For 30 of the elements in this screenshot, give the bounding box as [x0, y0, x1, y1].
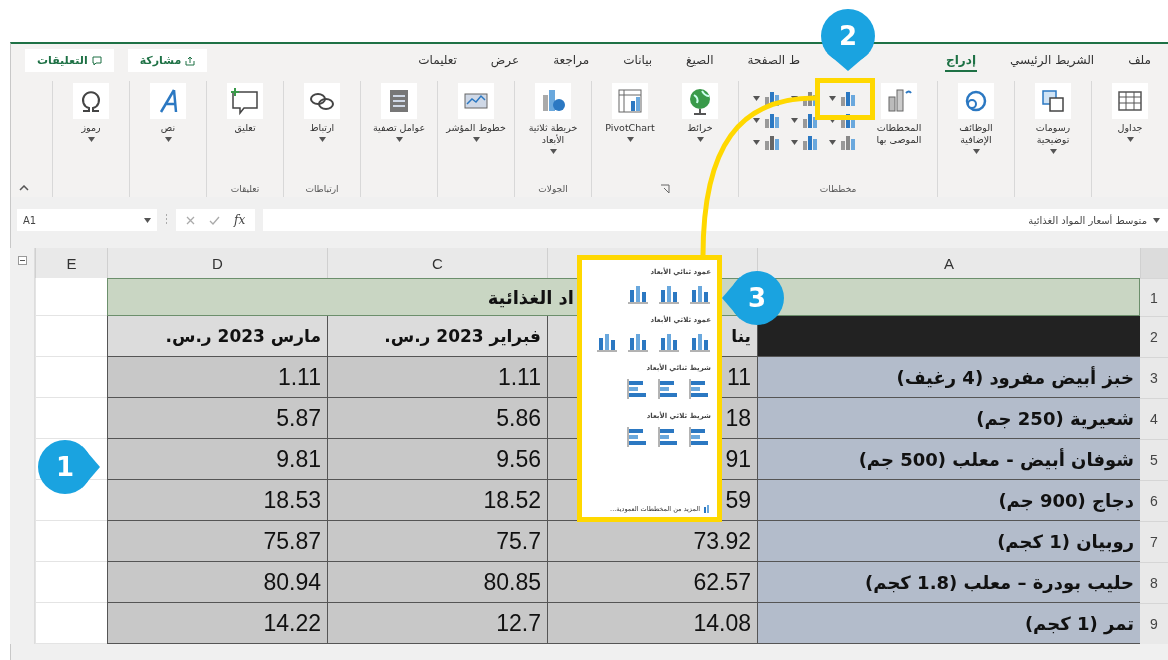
table-cell: شعيرية (250 جم): [757, 398, 1140, 439]
table-cell: 1.11: [327, 357, 547, 398]
table-cell: دجاج (900 جم): [757, 480, 1140, 521]
table-cell: 73.92: [547, 521, 757, 562]
table-cell: حليب بودرة – معلب (1.8 كجم): [757, 562, 1140, 603]
table-cell: 5.87: [107, 398, 327, 439]
group-label: ارتباطات: [305, 184, 339, 194]
table-cell: 14.22: [107, 603, 327, 644]
table-cell: 80.94: [107, 562, 327, 603]
table-cell: 12.7: [327, 603, 547, 644]
table-cell: شوفان أبيض - معلب (500 جم): [757, 439, 1140, 480]
table-cell: 9.81: [107, 439, 327, 480]
table-cell: 9.56: [327, 439, 547, 480]
table-cell: 75.7: [327, 521, 547, 562]
table-cell: 1.11: [107, 357, 327, 398]
group-label: الجولات: [538, 184, 568, 194]
group-label: تعليقات: [230, 184, 260, 194]
table-cell: 18.53: [107, 480, 327, 521]
table-cell: تمر (1 كجم): [757, 603, 1140, 644]
table-cell: خبز أبيض مفرود (4 رغيف): [757, 357, 1140, 398]
table-cell: 18.52: [327, 480, 547, 521]
table-cell: روبيان (1 كجم): [757, 521, 1140, 562]
column-heading-cell: فبراير 2023 ر.س.: [327, 316, 547, 357]
table-cell: 5.86: [327, 398, 547, 439]
table-cell: 62.57: [547, 562, 757, 603]
table-cell: 14.08: [547, 603, 757, 644]
table-cell: 75.87: [107, 521, 327, 562]
column-heading-cell: مارس 2023 ر.س.: [107, 316, 327, 357]
table-cell: 80.85: [327, 562, 547, 603]
group-label: مخططات: [819, 184, 857, 194]
